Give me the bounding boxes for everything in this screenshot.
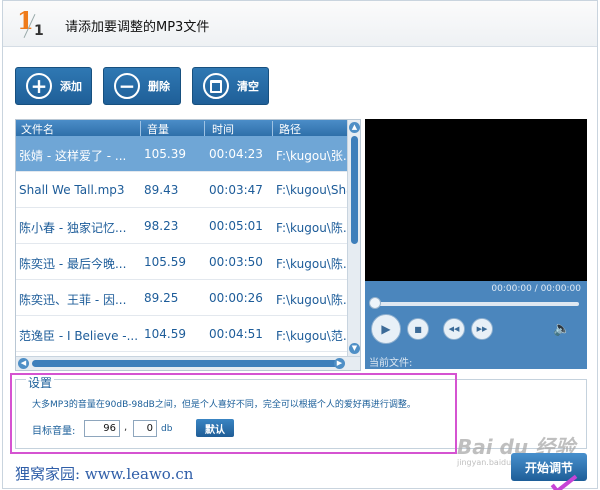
next-button[interactable]: ▶▶: [471, 318, 493, 340]
volume-icon[interactable]: 🔈: [553, 321, 570, 337]
file-path: F:\kugou\张...: [276, 149, 348, 163]
trash-icon: [203, 73, 229, 99]
current-file-label: 当前文件:: [369, 358, 413, 369]
file-row[interactable]: 范逸臣 - I Believe -... 104.59 00:04:51 F:\…: [16, 316, 348, 352]
file-row[interactable]: Shall We Tall.mp3 89.43 00:03:47 F:\kugo…: [16, 172, 348, 208]
file-volume: 98.23: [144, 219, 179, 233]
file-path: F:\kugou\Sha...: [276, 183, 348, 197]
file-volume: 89.43: [144, 183, 179, 197]
player-controls: 00:00:00 / 00:00:00 ▶ ■ ◀◀ ▶▶ 🔈 当前文件:: [365, 281, 587, 369]
play-button[interactable]: ▶: [371, 314, 401, 344]
stop-icon: ■: [414, 324, 422, 334]
plus-icon: +: [26, 73, 52, 99]
delete-button-label: 删除: [148, 80, 170, 93]
delete-button[interactable]: − 删除: [103, 67, 181, 105]
vertical-scrollbar[interactable]: ▲ ▼: [347, 120, 360, 356]
scroll-right-icon[interactable]: ▶: [334, 358, 345, 369]
add-button-label: 添加: [60, 80, 82, 93]
clear-button[interactable]: 清空: [192, 67, 269, 105]
step-header: 1 1 请添加要调整的MP3文件: [3, 1, 597, 47]
add-button[interactable]: + 添加: [15, 67, 92, 105]
file-volume: 89.25: [144, 291, 179, 305]
column-header-name[interactable]: 文件名: [21, 121, 54, 137]
file-list-header: 文件名 音量 时间 路径: [16, 120, 348, 137]
column-header-time[interactable]: 时间: [212, 121, 234, 137]
file-duration: 00:04:51: [209, 327, 263, 341]
page-title: 请添加要调整的MP3文件: [65, 20, 210, 35]
player-progress-knob[interactable]: [369, 297, 381, 309]
clear-button-label: 清空: [237, 80, 259, 93]
file-path: F:\kugou\陈...: [276, 257, 348, 271]
file-volume: 105.59: [144, 255, 186, 269]
file-name: 陈小春 - 独家记忆...: [19, 221, 127, 235]
file-path: F:\kugou\范...: [276, 329, 348, 343]
file-volume: 104.59: [144, 327, 186, 341]
annotation-highlight-box: [10, 373, 457, 454]
previous-button[interactable]: ◀◀: [443, 318, 465, 340]
player-progress-track[interactable]: [371, 302, 579, 306]
previous-icon: ◀◀: [448, 325, 460, 333]
step-total: 1: [34, 23, 44, 39]
file-name: 陈奕迅、王菲 - 因...: [19, 293, 127, 307]
file-row[interactable]: 陈小春 - 独家记忆... 98.23 00:05:01 F:\kugou\陈.…: [16, 208, 348, 244]
scroll-left-icon[interactable]: ◀: [18, 358, 29, 369]
column-divider: [204, 121, 205, 137]
file-list: 文件名 音量 时间 路径 张婧 - 这样爱了 - ... 105.39 00:0…: [15, 119, 361, 371]
scroll-up-icon[interactable]: ▲: [349, 122, 360, 133]
player-time: 00:00:00 / 00:00:00: [491, 284, 581, 294]
app-window: 1 1 请添加要调整的MP3文件 + 添加 − 删除 清空 文件名 音量 时间 …: [2, 0, 598, 490]
file-name: Shall We Tall.mp3: [19, 183, 125, 197]
file-row[interactable]: 陈奕迅、王菲 - 因... 89.25 00:00:26 F:\kugou\陈.…: [16, 280, 348, 316]
file-duration: 00:04:23: [209, 147, 263, 161]
file-duration: 00:00:26: [209, 291, 263, 305]
horizontal-scroll-thumb[interactable]: [32, 360, 338, 367]
stop-button[interactable]: ■: [407, 318, 429, 340]
file-duration: 00:05:01: [209, 219, 263, 233]
minus-icon: −: [114, 73, 140, 99]
play-icon: ▶: [381, 322, 391, 336]
file-name: 张婧 - 这样爱了 - ...: [19, 149, 127, 163]
vertical-scroll-thumb[interactable]: [351, 136, 358, 244]
file-name: 陈奕迅 - 最后今晚...: [19, 257, 127, 271]
file-duration: 00:03:47: [209, 183, 263, 197]
horizontal-scrollbar[interactable]: ◀ ▶: [16, 356, 360, 370]
column-divider: [140, 121, 141, 137]
column-header-volume[interactable]: 音量: [147, 121, 169, 137]
file-volume: 105.39: [144, 147, 186, 161]
file-path: F:\kugou\陈...: [276, 293, 348, 307]
file-duration: 00:03:50: [209, 255, 263, 269]
brand-footer: 狸窝家园: www.leawo.cn: [15, 465, 194, 483]
column-header-path[interactable]: 路径: [279, 121, 301, 137]
file-name: 范逸臣 - I Believe -...: [19, 329, 139, 343]
column-divider: [272, 121, 273, 137]
scroll-down-icon[interactable]: ▼: [349, 343, 360, 354]
file-row[interactable]: 张婧 - 这样爱了 - ... 105.39 00:04:23 F:\kugou…: [16, 136, 348, 172]
next-icon: ▶▶: [476, 325, 488, 333]
file-list-rows: 张婧 - 这样爱了 - ... 105.39 00:04:23 F:\kugou…: [16, 136, 348, 352]
file-row[interactable]: 陈奕迅 - 最后今晚... 105.59 00:03:50 F:\kugou\陈…: [16, 244, 348, 280]
file-path: F:\kugou\陈...: [276, 221, 348, 235]
